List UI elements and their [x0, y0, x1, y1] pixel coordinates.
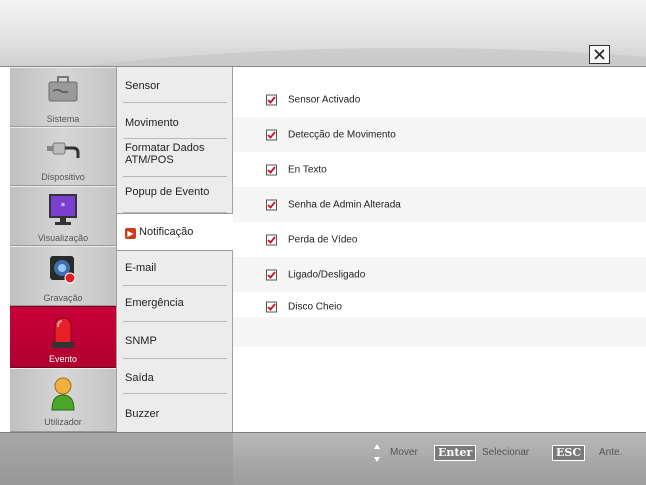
header-decoration — [0, 48, 646, 66]
option-row[interactable]: Senha de Admin Alterada — [233, 187, 646, 222]
option-label: Detecção de Movimento — [288, 129, 396, 140]
submenu-label: Sensor — [125, 80, 160, 92]
submenu-label-wrap: ▶ Notificação — [125, 226, 193, 239]
esc-key-badge: ESC — [552, 445, 586, 461]
monitor-icon: * — [49, 194, 77, 225]
svg-text:*: * — [61, 202, 66, 212]
option-label: En Texto — [288, 164, 327, 175]
submenu-label: Buzzer — [125, 408, 160, 420]
checkmark-icon — [267, 302, 276, 311]
category-sistema[interactable]: Sistema — [10, 67, 116, 127]
enter-key-badge: Enter — [434, 445, 477, 461]
status-bar: Mover Enter Selecionar ESC Ante. — [0, 432, 646, 485]
camera-record-icon — [50, 256, 76, 284]
checkmark-icon — [267, 165, 276, 174]
back-hint: Ante. — [599, 447, 623, 458]
usb-cable-icon — [47, 142, 80, 158]
move-hint: Mover — [390, 447, 418, 458]
submenu-label: Saída — [125, 372, 154, 384]
submenu-label: Movimento — [125, 117, 179, 129]
alarm-siren-icon — [52, 317, 74, 348]
option-row[interactable]: Detecção de Movimento — [233, 117, 646, 152]
category-visualizacao[interactable]: * Visualização — [10, 186, 116, 246]
close-icon — [594, 49, 605, 60]
option-row[interactable]: Sensor Activado — [233, 82, 646, 117]
option-label: Senha de Admin Alterada — [288, 199, 401, 210]
chevron-right-icon: ▶ — [125, 228, 136, 239]
checkbox[interactable] — [266, 129, 277, 140]
status-bar-left — [0, 433, 233, 485]
submenu-label: Popup de Evento — [125, 186, 210, 198]
category-evento[interactable]: Evento — [10, 306, 116, 368]
option-row[interactable]: Perda de Vídeo — [233, 222, 646, 257]
checkmark-icon — [267, 95, 276, 104]
checkbox[interactable] — [266, 234, 277, 245]
category-label: Visualização — [37, 233, 89, 243]
submenu-item-emergencia[interactable]: Emergência — [117, 286, 233, 322]
option-row[interactable]: Ligado/Desligado — [233, 257, 646, 292]
category-sidebar: Sistema Dispositivo * Visualização Grava… — [10, 67, 116, 432]
checkmark-icon — [267, 200, 276, 209]
category-label: Dispositivo — [41, 172, 85, 182]
submenu-label: Formatar Dados ATM/POS — [125, 142, 205, 166]
category-label: Utilizador — [44, 417, 82, 427]
empty-row — [233, 317, 646, 347]
submenu-item-saida[interactable]: Saída — [117, 359, 233, 394]
submenu-item-email[interactable]: E-mail — [117, 251, 233, 286]
category-utilizador[interactable]: Utilizador — [10, 368, 116, 432]
category-label: Gravação — [43, 293, 83, 303]
close-button[interactable] — [589, 45, 610, 64]
submenu-item-formatar-dados[interactable]: Formatar Dados ATM/POS — [117, 139, 233, 177]
category-dispositivo[interactable]: Dispositivo — [10, 127, 116, 186]
checkmark-icon — [267, 130, 276, 139]
submenu-label: E-mail — [125, 262, 157, 274]
submenu-item-movimento[interactable]: Movimento — [117, 103, 233, 139]
submenu-label: SNMP — [125, 335, 157, 347]
submenu-item-snmp[interactable]: SNMP — [117, 322, 233, 359]
checkbox[interactable] — [266, 164, 277, 175]
notification-settings-panel: Sensor Activado Detecção de Movimento En… — [233, 67, 646, 432]
submenu-item-buzzer[interactable]: Buzzer — [117, 394, 233, 432]
checkbox[interactable] — [266, 269, 277, 280]
checkmark-icon — [267, 270, 276, 279]
submenu-label: Notificação — [139, 226, 194, 238]
submenu-item-sensor[interactable]: Sensor — [117, 67, 233, 103]
submenu-list: Sensor Movimento Formatar Dados ATM/POS … — [116, 67, 235, 432]
option-label: Perda de Vídeo — [288, 234, 358, 245]
checkbox[interactable] — [266, 94, 277, 105]
option-label: Sensor Activado — [288, 94, 361, 105]
user-icon — [51, 377, 75, 411]
category-label: Sistema — [46, 114, 80, 124]
submenu-item-popup-evento[interactable]: Popup de Evento — [117, 177, 233, 213]
category-label: Evento — [48, 354, 78, 364]
option-row[interactable]: En Texto — [233, 152, 646, 187]
up-down-arrows-icon — [374, 444, 380, 462]
checkbox[interactable] — [266, 301, 277, 312]
checkbox[interactable] — [266, 199, 277, 210]
category-gravacao[interactable]: Gravação — [10, 246, 116, 306]
option-label: Disco Cheio — [288, 301, 342, 312]
option-label: Ligado/Desligado — [288, 269, 366, 280]
submenu-label: Emergência — [125, 297, 184, 309]
checkmark-icon — [267, 235, 276, 244]
select-hint: Selecionar — [482, 447, 530, 458]
title-bar — [0, 0, 646, 67]
submenu-item-notificacao[interactable]: ▶ Notificação — [117, 213, 235, 251]
toolbox-icon — [48, 76, 78, 102]
